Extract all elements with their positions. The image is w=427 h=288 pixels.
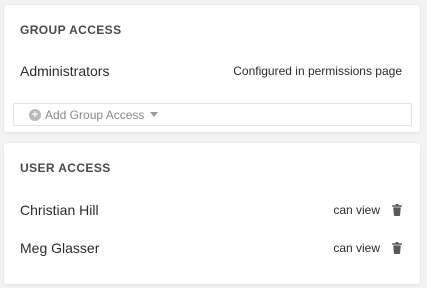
caret-down-icon — [150, 112, 159, 117]
user-row: Meg Glasser can view — [20, 238, 402, 258]
user-access-panel: USER ACCESS Christian Hill can view Meg … — [4, 143, 420, 284]
group-status: Configured in permissions page — [233, 64, 402, 78]
trash-icon[interactable] — [392, 242, 402, 254]
group-access-panel: GROUP ACCESS Administrators Configured i… — [4, 5, 420, 132]
add-group-access-label: Add Group Access — [45, 107, 145, 122]
permission-select[interactable]: can view — [333, 241, 380, 255]
plus-circle-icon: + — [29, 108, 41, 121]
user-name: Meg Glasser — [20, 240, 100, 256]
user-access-title: USER ACCESS — [20, 161, 111, 175]
group-row-administrators: Administrators Configured in permissions… — [20, 61, 402, 81]
trash-icon[interactable] — [392, 204, 402, 216]
add-group-access-dropdown[interactable]: + Add Group Access — [13, 103, 412, 126]
group-access-title: GROUP ACCESS — [20, 23, 122, 37]
permission-select[interactable]: can view — [333, 203, 380, 217]
user-row: Christian Hill can view — [20, 200, 402, 220]
user-name: Christian Hill — [20, 202, 99, 218]
group-name: Administrators — [20, 63, 110, 79]
